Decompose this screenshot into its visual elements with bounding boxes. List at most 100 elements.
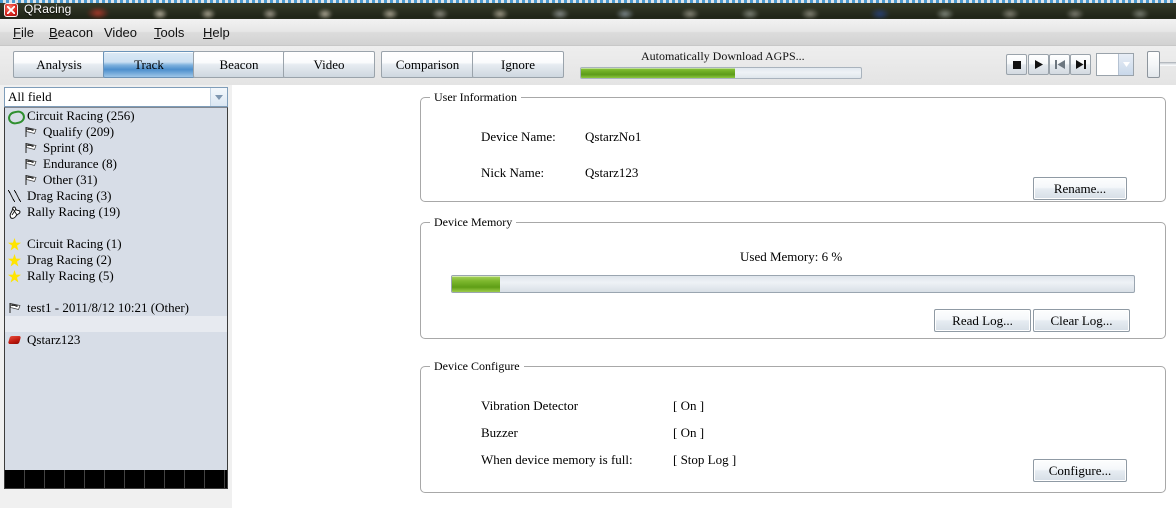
memory-full-action-label: When device memory is full: xyxy=(481,452,633,467)
tab-video[interactable]: Video xyxy=(283,51,375,78)
tree-item[interactable]: test1 - 2011/8/12 10:21 (Other) xyxy=(5,300,227,316)
tree-bottom-strip xyxy=(5,470,227,488)
tree-item[interactable]: Rally Racing (5) xyxy=(5,268,227,284)
tree-item-label: Drag Racing (2) xyxy=(27,252,112,267)
user-information-title: User Information xyxy=(430,90,521,105)
tree-item[interactable]: Drag Racing (2) xyxy=(5,252,227,268)
nick-name-value: Qstarz123 xyxy=(585,165,639,180)
device-configure-group: Device Configure Vibration Detector [ On… xyxy=(420,359,1166,493)
tab-analysis[interactable]: Analysis xyxy=(13,51,105,78)
flag-icon xyxy=(7,301,23,315)
tree-item[interactable]: Rally Racing (19) xyxy=(5,204,227,220)
vibration-detector-value: [ On ] xyxy=(673,398,705,413)
field-filter-value[interactable]: All field xyxy=(5,88,210,106)
transport-value-combo[interactable] xyxy=(1096,53,1134,76)
tree-item-label: Circuit Racing (1) xyxy=(27,236,122,251)
tree-item-label: Rally Racing (19) xyxy=(27,204,121,219)
menu-item-tools[interactable]: Tools xyxy=(149,23,189,42)
device-icon xyxy=(7,333,23,347)
used-memory-label: Used Memory: 6 % xyxy=(740,249,843,264)
tree-item-label: Qualify (209) xyxy=(43,124,115,139)
menu-bar: File Beacon Video Tools Help xyxy=(0,19,1176,46)
tree-item[interactable]: Qualify (209) xyxy=(5,124,227,140)
drag-icon xyxy=(7,189,23,203)
vibration-detector-label: Vibration Detector xyxy=(481,398,579,413)
flag-icon xyxy=(23,173,39,187)
window-title: QRacing xyxy=(24,2,72,16)
star-icon xyxy=(7,253,23,267)
tree-item-label: Rally Racing (5) xyxy=(27,268,114,283)
clear-log-button[interactable]: Clear Log... xyxy=(1033,309,1130,332)
menu-item-help[interactable]: Help xyxy=(198,23,235,42)
flag-icon xyxy=(23,141,39,155)
buzzer-label: Buzzer xyxy=(481,425,518,440)
agps-progress-fill xyxy=(581,68,735,78)
flag-icon xyxy=(23,157,39,171)
transport-slider-track[interactable] xyxy=(1158,62,1176,66)
device-memory-progress-fill xyxy=(452,276,500,292)
tree-separator-row[interactable] xyxy=(5,316,227,332)
buzzer-value: [ On ] xyxy=(673,425,705,440)
star-icon xyxy=(7,237,23,251)
user-information-group: User Information Device Name: QstarzNo1 … xyxy=(420,90,1166,202)
transport-slider-handle[interactable] xyxy=(1147,51,1160,78)
content-pane: User Information Device Name: QstarzNo1 … xyxy=(232,85,1176,508)
star-icon xyxy=(7,269,23,283)
previous-button[interactable] xyxy=(1049,54,1070,75)
agps-progress-bar xyxy=(580,67,862,79)
transport-combo-value xyxy=(1097,54,1118,75)
device-name-label: Device Name: xyxy=(481,129,556,144)
tree-item[interactable]: Other (31) xyxy=(5,172,227,188)
tab-beacon[interactable]: Beacon xyxy=(193,51,285,78)
tree-item-label: Qstarz123 xyxy=(27,332,81,347)
rename-button[interactable]: Rename... xyxy=(1033,177,1127,200)
chevron-down-icon[interactable] xyxy=(1118,54,1133,75)
session-tree[interactable]: Circuit Racing (256) Qualify (209) Sprint … xyxy=(4,107,228,489)
play-icon xyxy=(1034,56,1043,74)
tab-strip: Analysis Track Beacon Video Comparison Ignore xyxy=(0,46,1176,85)
tree-item[interactable]: Sprint (8) xyxy=(5,140,227,156)
app-logo-icon xyxy=(4,3,18,17)
chevron-down-icon[interactable] xyxy=(210,88,227,106)
configure-button[interactable]: Configure... xyxy=(1033,459,1127,482)
device-memory-group: Device Memory Used Memory: 6 % Read Log.… xyxy=(420,215,1166,339)
play-button[interactable] xyxy=(1028,54,1049,75)
device-name-value: QstarzNo1 xyxy=(585,129,642,144)
tree-item-label: Endurance (8) xyxy=(43,156,117,171)
tree-item-label: test1 - 2011/8/12 10:21 (Other) xyxy=(27,300,189,315)
tab-comparison[interactable]: Comparison xyxy=(381,51,474,78)
tree-item[interactable]: Circuit Racing (256) xyxy=(5,108,227,126)
tree-item-label: Other (31) xyxy=(43,172,98,187)
tab-ignore[interactable]: Ignore xyxy=(472,51,564,78)
read-log-button[interactable]: Read Log... xyxy=(934,309,1031,332)
tree-item[interactable]: Drag Racing (3) xyxy=(5,188,227,204)
menu-item-file[interactable]: File xyxy=(8,23,39,42)
next-button[interactable] xyxy=(1070,54,1091,75)
tree-item[interactable]: Qstarz123 xyxy=(5,332,227,348)
menu-item-video[interactable]: Video xyxy=(99,23,142,42)
field-filter-combo[interactable]: All field xyxy=(4,87,228,107)
tab-track[interactable]: Track xyxy=(103,51,195,78)
session-tree-rows: Circuit Racing (256) Qualify (209) Sprint … xyxy=(5,108,227,348)
tree-item-label: Circuit Racing (256) xyxy=(27,108,135,123)
tree-item[interactable]: Endurance (8) xyxy=(5,156,227,172)
flag-icon xyxy=(23,125,39,139)
left-pane: All field Circuit Racing (256) Qualify (2… xyxy=(0,85,232,508)
prev-icon xyxy=(1054,56,1065,74)
menu-item-beacon[interactable]: Beacon xyxy=(44,23,98,42)
qracing-window: QRacing File Beacon Video Tools Help Analysi… xyxy=(0,0,1176,508)
title-bar: QRacing xyxy=(0,0,1176,19)
tree-item-label: Drag Racing (3) xyxy=(27,188,112,203)
tree-item-label: Sprint (8) xyxy=(43,140,94,155)
next-icon xyxy=(1075,56,1086,74)
stop-button[interactable] xyxy=(1006,54,1027,75)
tree-item[interactable]: Circuit Racing (1) xyxy=(5,236,227,252)
memory-full-action-value: [ Stop Log ] xyxy=(673,452,737,467)
nick-name-label: Nick Name: xyxy=(481,165,545,180)
stop-icon xyxy=(1012,56,1021,74)
circuit-icon xyxy=(6,109,27,126)
agps-status-label: Automatically Download AGPS... xyxy=(641,49,805,63)
device-memory-progress-bar xyxy=(451,275,1135,293)
